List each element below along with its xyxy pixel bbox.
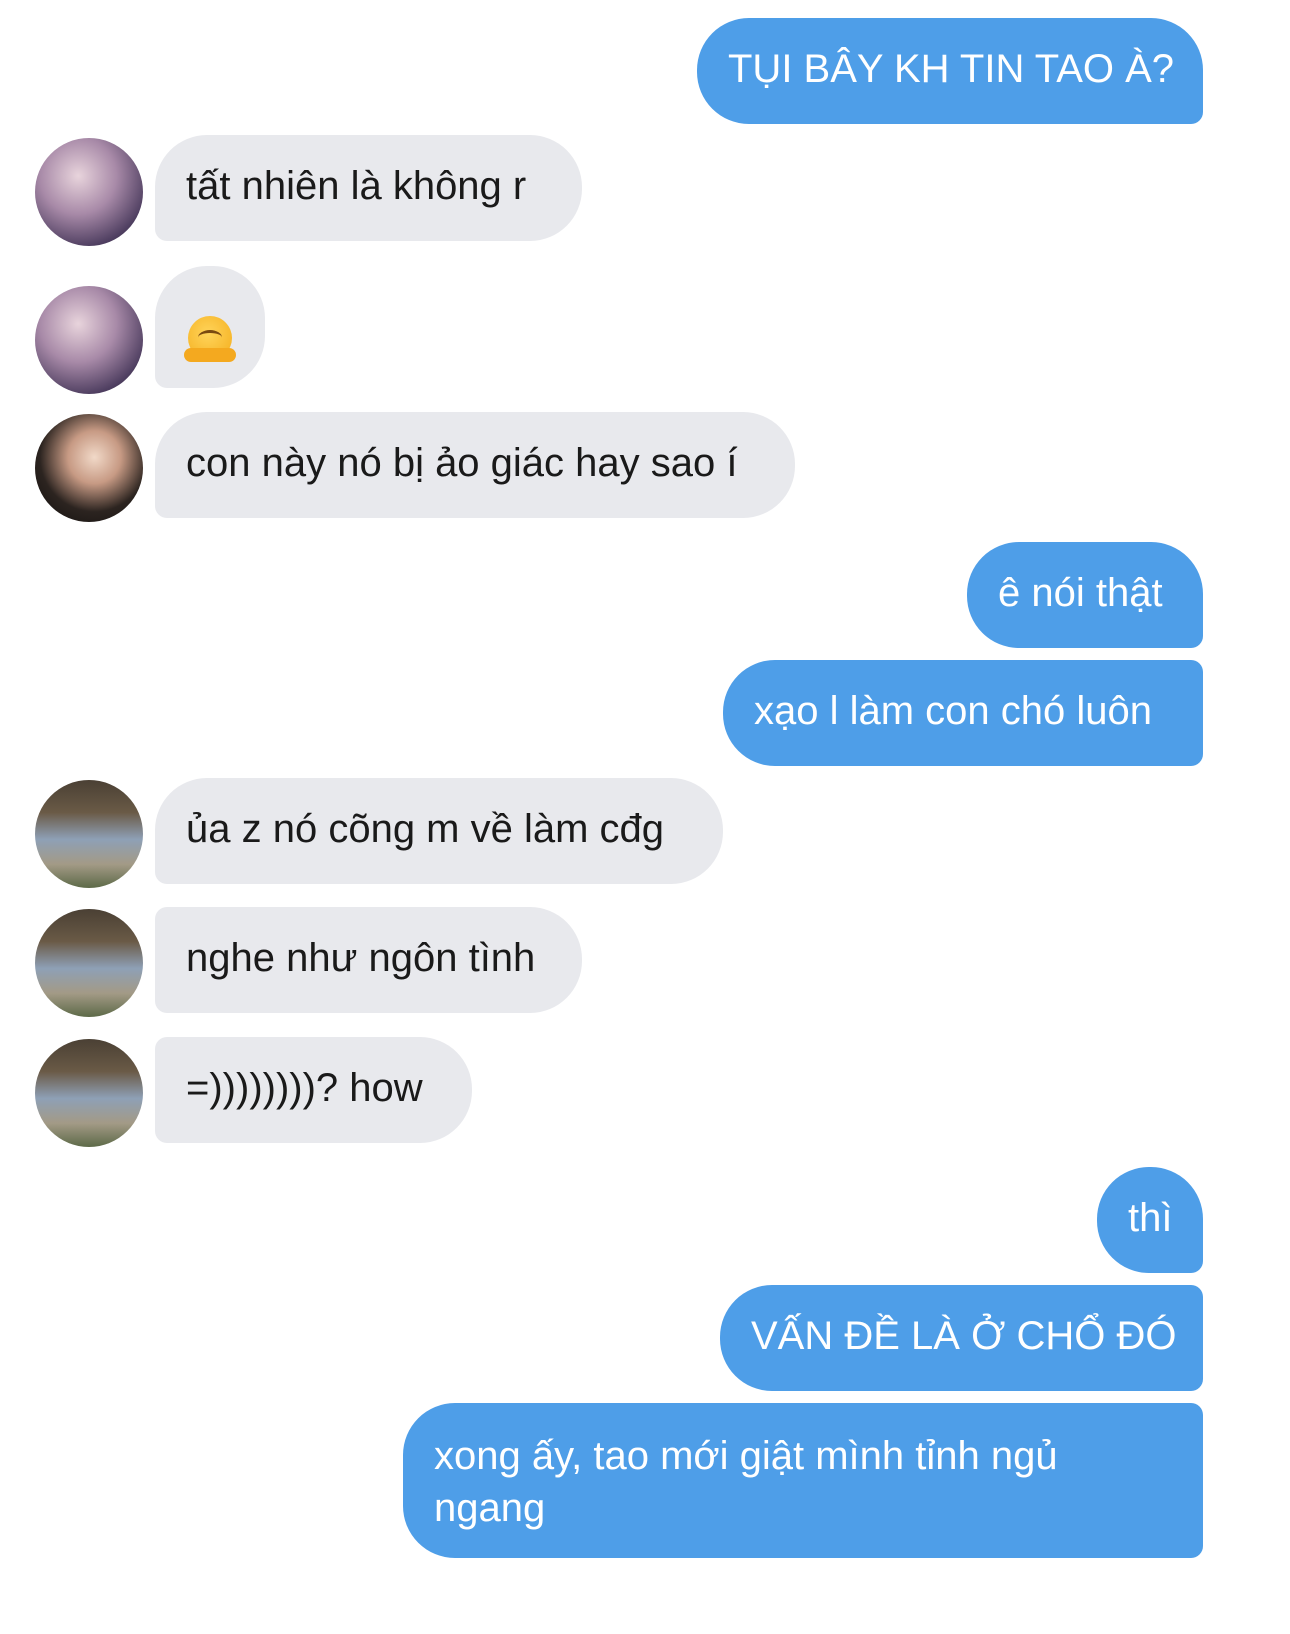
message-text: VẤN ĐỀ LÀ Ở CHỔ ĐÓ [751, 1314, 1177, 1358]
message-text: =))))))))? how [186, 1066, 423, 1110]
avatar[interactable] [35, 1039, 143, 1147]
message-bubble-outgoing[interactable]: thì [1097, 1167, 1203, 1273]
avatar[interactable] [35, 414, 143, 522]
avatar[interactable] [35, 138, 143, 246]
message-text: thì [1128, 1196, 1173, 1240]
message-bubble-incoming[interactable]: =))))))))? how [155, 1037, 472, 1143]
message-bubble-incoming[interactable]: nghe như ngôn tình [155, 907, 582, 1013]
avatar[interactable] [35, 780, 143, 888]
message-bubble-outgoing[interactable]: xạo l làm con chó luôn [723, 660, 1203, 766]
message-bubble-incoming[interactable] [155, 266, 265, 388]
message-bubble-outgoing[interactable]: VẤN ĐỀ LÀ Ở CHỔ ĐÓ [720, 1285, 1203, 1391]
message-text: nghe như ngôn tình [186, 936, 536, 980]
message-text: ủa z nó cõng m về làm cđg [186, 807, 665, 851]
avatar[interactable] [35, 909, 143, 1017]
message-bubble-incoming[interactable]: tất nhiên là không r [155, 135, 582, 241]
message-bubble-incoming[interactable]: con này nó bị ảo giác hay sao í [155, 412, 795, 518]
avatar[interactable] [35, 286, 143, 394]
message-text: con này nó bị ảo giác hay sao í [186, 441, 738, 485]
hugging-face-emoji-icon [184, 316, 236, 363]
message-text: tất nhiên là không r [186, 164, 527, 208]
message-text: ê nói thật [998, 571, 1163, 615]
message-bubble-incoming[interactable]: ủa z nó cõng m về làm cđg [155, 778, 723, 884]
message-text: xong ấy, tao mới giật mình tỉnh ngủ ngan… [434, 1434, 1058, 1530]
message-text: TỤI BÂY KH TIN TAO À? [728, 47, 1175, 91]
message-bubble-outgoing[interactable]: TỤI BÂY KH TIN TAO À? [697, 18, 1203, 124]
message-bubble-outgoing[interactable]: xong ấy, tao mới giật mình tỉnh ngủ ngan… [403, 1403, 1203, 1558]
message-text: xạo l làm con chó luôn [754, 689, 1153, 733]
message-bubble-outgoing[interactable]: ê nói thật [967, 542, 1203, 648]
